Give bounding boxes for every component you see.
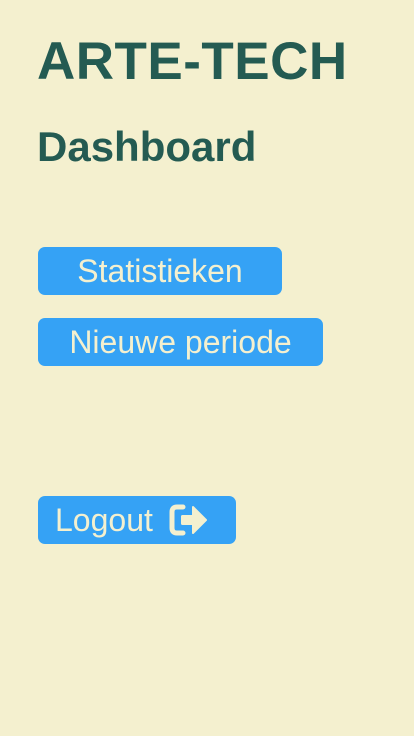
brand-title: ARTE-TECH: [37, 32, 348, 91]
page-title: Dashboard: [37, 123, 257, 170]
statistics-button[interactable]: Statistieken: [38, 247, 282, 295]
logout-label: Logout: [55, 502, 153, 538]
logout-button[interactable]: Logout: [38, 496, 236, 544]
new-period-button[interactable]: Nieuwe periode: [38, 318, 323, 366]
sign-out-icon: [169, 503, 209, 537]
